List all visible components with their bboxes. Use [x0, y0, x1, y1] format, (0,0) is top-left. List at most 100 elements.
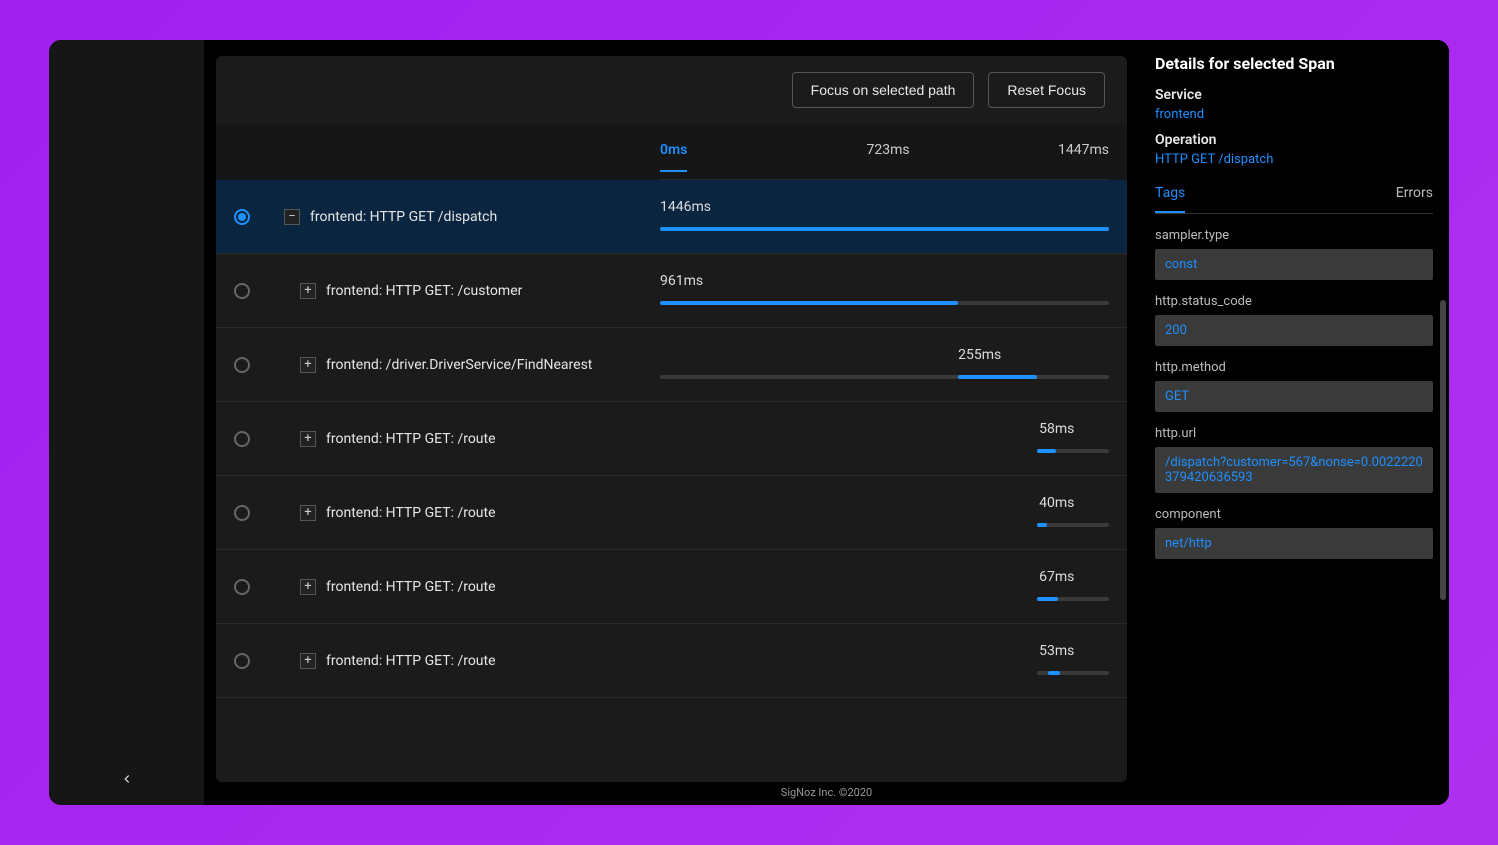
span-label-area: + frontend: HTTP GET: /route	[216, 505, 660, 521]
span-name: frontend: HTTP GET: /route	[326, 653, 496, 669]
span-bar-area: 53ms	[660, 641, 1109, 681]
service-label: Service	[1155, 87, 1433, 103]
span-name: frontend: HTTP GET: /route	[326, 505, 496, 521]
duration-bar	[1048, 671, 1059, 675]
trace-area: Focus on selected path Reset Focus 0ms 7…	[204, 40, 1139, 782]
focus-path-button[interactable]: Focus on selected path	[792, 72, 975, 108]
trace-toolbar: Focus on selected path Reset Focus	[216, 56, 1127, 124]
span-row[interactable]: + frontend: HTTP GET: /route 40ms	[216, 476, 1127, 550]
tag-value: 200	[1155, 315, 1433, 346]
span-radio[interactable]	[234, 209, 250, 225]
span-row[interactable]: + frontend: HTTP GET: /customer 961ms	[216, 254, 1127, 328]
span-row[interactable]: + frontend: HTTP GET: /route 58ms	[216, 402, 1127, 476]
tags-container: sampler.typeconsthttp.status_code200http…	[1155, 228, 1433, 559]
footer: SigNoz Inc. ©2020	[204, 782, 1449, 805]
collapse-icon[interactable]: −	[284, 209, 300, 225]
reset-focus-button[interactable]: Reset Focus	[988, 72, 1105, 108]
span-bar-area: 1446ms	[660, 197, 1109, 237]
expand-icon[interactable]: +	[300, 357, 316, 373]
operation-label: Operation	[1155, 132, 1433, 148]
timeline-tick-2: 1447ms	[1058, 142, 1109, 158]
span-bar-area: 961ms	[660, 271, 1109, 311]
tab-errors[interactable]: Errors	[1396, 185, 1433, 213]
span-label-area: + frontend: HTTP GET: /route	[216, 653, 660, 669]
expand-icon[interactable]: +	[300, 283, 316, 299]
span-bar-area: 58ms	[660, 419, 1109, 459]
span-name: frontend: HTTP GET: /customer	[326, 283, 522, 299]
span-row[interactable]: + frontend: HTTP GET: /route 67ms	[216, 550, 1127, 624]
service-value[interactable]: frontend	[1155, 107, 1433, 122]
expand-icon[interactable]: +	[300, 431, 316, 447]
span-bar-area: 67ms	[660, 567, 1109, 607]
span-radio[interactable]	[234, 357, 250, 373]
tag-key: sampler.type	[1155, 228, 1433, 243]
tag-item: http.method GET	[1155, 360, 1433, 412]
span-label-area: −frontend: HTTP GET /dispatch	[216, 209, 660, 225]
tag-item: component net/http	[1155, 507, 1433, 559]
trace-panel: Focus on selected path Reset Focus 0ms 7…	[216, 56, 1127, 782]
tag-key: http.status_code	[1155, 294, 1433, 309]
span-radio[interactable]	[234, 505, 250, 521]
duration-bar	[660, 301, 958, 305]
duration-label: 40ms	[1039, 495, 1074, 511]
duration-bar	[660, 227, 1109, 231]
details-tabs: Tags Errors	[1155, 185, 1433, 214]
duration-label: 961ms	[660, 273, 703, 289]
span-bar-area: 255ms	[660, 345, 1109, 385]
sidebar-nav	[49, 40, 204, 805]
span-name: frontend: HTTP GET: /route	[326, 579, 496, 595]
app-window: Focus on selected path Reset Focus 0ms 7…	[49, 40, 1449, 805]
duration-bar	[1037, 449, 1056, 453]
tag-item: http.url/dispatch?customer=567&nonse=0.0…	[1155, 426, 1433, 493]
duration-label: 58ms	[1039, 421, 1074, 437]
main-content: Focus on selected path Reset Focus 0ms 7…	[204, 40, 1449, 805]
span-radio[interactable]	[234, 653, 250, 669]
span-bar-area: 40ms	[660, 493, 1109, 533]
tab-tags[interactable]: Tags	[1155, 185, 1185, 213]
timeline-tick-1: 723ms	[867, 142, 910, 158]
span-label-area: + frontend: /driver.DriverService/FindNea…	[216, 357, 660, 373]
sidebar-collapse-button[interactable]	[115, 767, 139, 791]
tag-key: component	[1155, 507, 1433, 522]
span-name: frontend: HTTP GET /dispatch	[310, 209, 497, 225]
details-scrollbar[interactable]	[1440, 300, 1446, 600]
span-label-area: + frontend: HTTP GET: /route	[216, 431, 660, 447]
details-panel: Details for selected Span Service fronte…	[1139, 40, 1449, 782]
tag-value: net/http	[1155, 528, 1433, 559]
tag-key: http.url	[1155, 426, 1433, 441]
duration-label: 67ms	[1039, 569, 1074, 585]
duration-label: 1446ms	[660, 199, 711, 215]
content-row: Focus on selected path Reset Focus 0ms 7…	[204, 40, 1449, 782]
span-name: frontend: /driver.DriverService/FindNear…	[326, 357, 592, 373]
expand-icon[interactable]: +	[300, 653, 316, 669]
chevron-left-icon	[120, 772, 134, 786]
expand-icon[interactable]: +	[300, 579, 316, 595]
span-list[interactable]: −frontend: HTTP GET /dispatch1446ms+fron…	[216, 180, 1127, 782]
duration-bar	[958, 375, 1037, 379]
span-label-area: + frontend: HTTP GET: /customer	[216, 283, 660, 299]
tag-value: /dispatch?customer=567&nonse=0.002222037…	[1155, 447, 1433, 493]
expand-icon[interactable]: +	[300, 505, 316, 521]
duration-bar	[1037, 597, 1058, 601]
duration-bar	[1037, 523, 1047, 527]
span-label-area: + frontend: HTTP GET: /route	[216, 579, 660, 595]
span-radio[interactable]	[234, 431, 250, 447]
duration-label: 255ms	[958, 347, 1001, 363]
details-title: Details for selected Span	[1155, 54, 1433, 73]
timeline-tick-0: 0ms	[660, 142, 687, 172]
duration-label: 53ms	[1039, 643, 1074, 659]
tag-value: const	[1155, 249, 1433, 280]
operation-value[interactable]: HTTP GET /dispatch	[1155, 152, 1433, 167]
timeline-header: 0ms 723ms 1447ms	[216, 124, 1127, 180]
span-row[interactable]: + frontend: HTTP GET: /route 53ms	[216, 624, 1127, 698]
span-row[interactable]: + frontend: /driver.DriverService/FindNea…	[216, 328, 1127, 402]
tag-value: GET	[1155, 381, 1433, 412]
span-radio[interactable]	[234, 579, 250, 595]
span-row[interactable]: −frontend: HTTP GET /dispatch1446ms	[216, 180, 1127, 254]
span-name: frontend: HTTP GET: /route	[326, 431, 496, 447]
span-radio[interactable]	[234, 283, 250, 299]
timeline-scale: 0ms 723ms 1447ms	[660, 136, 1109, 180]
tag-item: http.status_code 200	[1155, 294, 1433, 346]
tag-item: sampler.type const	[1155, 228, 1433, 280]
tag-key: http.method	[1155, 360, 1433, 375]
